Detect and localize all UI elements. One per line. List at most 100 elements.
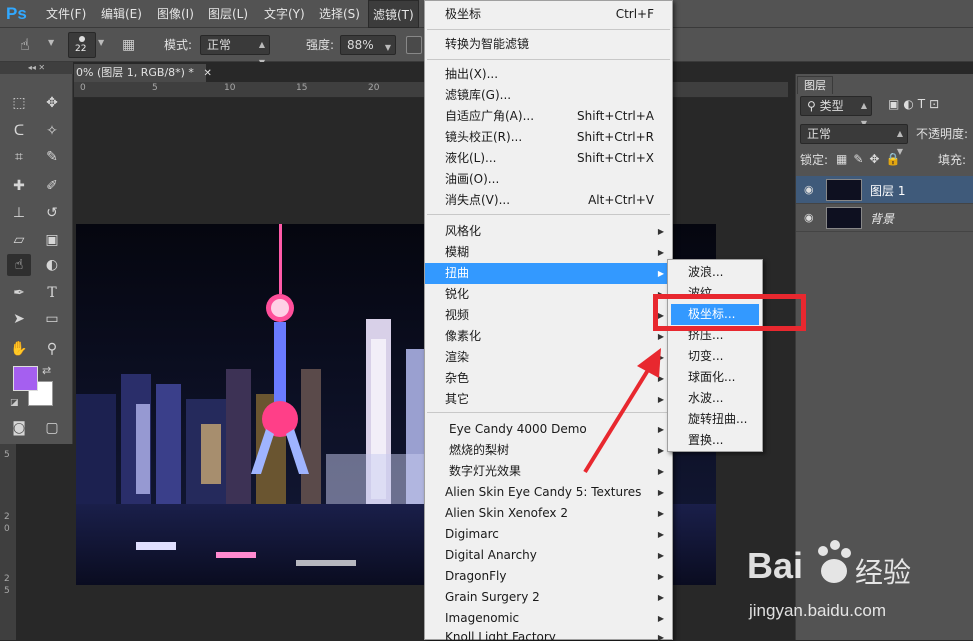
lock-icons[interactable]: ▦✎✥🔒 <box>836 152 906 166</box>
zoom-tool-icon[interactable]: ⚲ <box>40 338 64 360</box>
path-selection-tool-icon[interactable]: ➤ <box>7 308 31 330</box>
menu-item-video[interactable]: 视频 ▶ <box>425 305 672 326</box>
submenu-arrow-icon: ▶ <box>657 530 664 539</box>
smudge-tool-icon[interactable]: ☝ <box>20 35 42 55</box>
layer-row[interactable]: ◉ 背景 <box>796 204 973 232</box>
menu-item-label: 极坐标 <box>445 7 482 21</box>
menu-item-adaptive-wide-angle[interactable]: 自适应广角(A)... Shift+Ctrl+A <box>425 106 672 127</box>
tool-preset-arrow-icon[interactable]: ▼ <box>48 38 54 47</box>
menu-item-alien-skin-xenofex[interactable]: Alien Skin Xenofex 2 ▶ <box>425 503 672 524</box>
layer-filter-icons[interactable]: ▣◐T⊡ <box>888 97 943 111</box>
screen-mode-icon[interactable]: ▢ <box>40 417 64 439</box>
menu-item-liquify[interactable]: 液化(L)... Shift+Ctrl+X <box>425 148 672 169</box>
default-colors-icon[interactable]: ◪ <box>10 398 19 408</box>
strength-input[interactable]: 88% ▼ <box>340 35 396 55</box>
move-tool-icon[interactable]: ✥ <box>40 92 64 114</box>
menu-item-digital-anarchy[interactable]: Digital Anarchy ▶ <box>425 545 672 566</box>
submenu-item-twirl[interactable]: 旋转扭曲... <box>668 409 762 430</box>
pressure-toggle-icon[interactable] <box>406 36 422 54</box>
menu-item-label: Alien Skin Eye Candy 5: Textures <box>445 485 642 499</box>
menu-item-last-filter[interactable]: 极坐标 Ctrl+F <box>425 4 672 25</box>
rectangle-tool-icon[interactable]: ▭ <box>40 308 64 330</box>
magic-wand-tool-icon[interactable]: ✧ <box>40 120 64 142</box>
type-tool-icon[interactable]: T <box>40 282 64 304</box>
menu-item-label: Digimarc <box>445 527 499 541</box>
visibility-eye-icon[interactable]: ◉ <box>804 211 814 224</box>
submenu-item-spherize[interactable]: 球面化... <box>668 367 762 388</box>
brush-preset-picker[interactable]: 22 <box>68 32 96 58</box>
brush-dot-icon <box>79 36 85 42</box>
ruler-tick-label: 5 <box>152 83 158 93</box>
submenu-item-wave[interactable]: 波浪... <box>668 262 762 283</box>
healing-brush-tool-icon[interactable]: ✚ <box>7 175 31 197</box>
clone-stamp-tool-icon[interactable]: ⊥ <box>7 202 31 224</box>
menu-item-knoll-light-factory[interactable]: Knoll Light Factory ▶ <box>425 627 672 641</box>
submenu-item-zigzag[interactable]: 水波... <box>668 388 762 409</box>
menu-item-label: 消失点(V)... <box>445 193 511 207</box>
menu-item-distort[interactable]: 扭曲 ▶ <box>425 263 672 284</box>
marquee-tool-icon[interactable]: ⬚ <box>7 92 31 114</box>
crop-tool-icon[interactable]: ⌗ <box>7 146 31 168</box>
menu-item-label: Imagenomic <box>445 611 520 625</box>
eraser-tool-icon[interactable]: ▱ <box>7 229 31 251</box>
menu-layer[interactable]: 图层(L) <box>208 0 248 28</box>
menu-item-label: 扭曲 <box>445 266 470 280</box>
menu-type[interactable]: 文字(Y) <box>264 0 305 28</box>
menu-item-label: Digital Anarchy <box>445 548 537 562</box>
smudge-tool-icon[interactable]: ☝ <box>7 254 31 276</box>
lasso-tool-icon[interactable]: ᑕ <box>7 120 31 142</box>
menu-edit[interactable]: 编辑(E) <box>101 0 142 28</box>
menu-select[interactable]: 选择(S) <box>319 0 360 28</box>
layer-kind-value: 类型 <box>819 99 844 113</box>
ruler-tick-label: 0 <box>80 83 86 93</box>
menu-item-label: Knoll Light Factory <box>445 630 556 641</box>
ruler-tick-label: 15 <box>296 83 308 93</box>
history-brush-tool-icon[interactable]: ↺ <box>40 202 64 224</box>
layer-name[interactable]: 图层 1 <box>870 182 905 199</box>
visibility-eye-icon[interactable]: ◉ <box>804 183 814 196</box>
menu-separator <box>427 29 670 30</box>
layer-row[interactable]: ◉ 图层 1 <box>796 176 973 204</box>
menu-item-alien-skin-eye-candy[interactable]: Alien Skin Eye Candy 5: Textures ▶ <box>425 482 672 503</box>
quick-mask-icon[interactable]: ◙ <box>7 417 31 439</box>
menu-item-stylize[interactable]: 风格化 ▶ <box>425 221 672 242</box>
ruler-tick-label: 0 <box>4 524 10 534</box>
eyedropper-tool-icon[interactable]: ✎ <box>40 146 64 168</box>
swap-colors-icon[interactable]: ⇄ <box>42 364 51 377</box>
menu-item-extract[interactable]: 抽出(X)... <box>425 64 672 85</box>
menu-item-oil-paint[interactable]: 油画(O)... <box>425 169 672 190</box>
menu-item-imagenomic[interactable]: Imagenomic ▶ <box>425 608 672 629</box>
menu-item-lens-correction[interactable]: 镜头校正(R)... Shift+Ctrl+R <box>425 127 672 148</box>
menu-item-label: 视频 <box>445 308 470 322</box>
brush-tool-icon[interactable]: ✐ <box>40 175 64 197</box>
submenu-item-shear[interactable]: 切变... <box>668 346 762 367</box>
menu-image[interactable]: 图像(I) <box>157 0 194 28</box>
collapse-icon[interactable]: ◂◂ ✕ <box>0 62 73 74</box>
menu-item-dragonfly[interactable]: DragonFly ▶ <box>425 566 672 587</box>
menu-filter[interactable]: 滤镜(T) <box>368 0 419 28</box>
menu-item-filter-gallery[interactable]: 滤镜库(G)... <box>425 85 672 106</box>
brush-panel-icon[interactable]: ▦ <box>122 35 142 55</box>
menu-item-label: Eye Candy 4000 Demo <box>449 422 587 436</box>
menu-item-blur[interactable]: 模糊 ▶ <box>425 242 672 263</box>
menu-item-convert-smart-filter[interactable]: 转换为智能滤镜 <box>425 34 672 55</box>
layer-kind-filter[interactable]: ⚲ 类型▲▼ <box>800 96 872 128</box>
menu-item-grain-surgery[interactable]: Grain Surgery 2 ▶ <box>425 587 672 608</box>
layers-tab[interactable]: 图层 <box>797 76 833 94</box>
blend-mode-select[interactable]: 正常 ▲ ▼ <box>800 124 908 156</box>
mode-select[interactable]: 正常▲▼ <box>200 35 270 67</box>
close-tab-icon[interactable]: ✕ <box>203 68 211 79</box>
submenu-item-displace[interactable]: 置换... <box>668 430 762 451</box>
brush-arrow-icon[interactable]: ▼ <box>98 38 104 47</box>
menu-item-vanishing-point[interactable]: 消失点(V)... Alt+Ctrl+V <box>425 190 672 211</box>
layer-name[interactable]: 背景 <box>870 210 894 227</box>
menu-file[interactable]: 文件(F) <box>46 0 86 28</box>
gradient-tool-icon[interactable]: ▣ <box>40 229 64 251</box>
document-tab[interactable]: 0% (图层 1, RGB/8*) * ✕ <box>74 64 212 82</box>
hand-tool-icon[interactable]: ✋ <box>7 338 31 360</box>
menu-item-sharpen[interactable]: 锐化 ▶ <box>425 284 672 305</box>
dodge-tool-icon[interactable]: ◐ <box>40 254 64 276</box>
pen-tool-icon[interactable]: ✒ <box>7 282 31 304</box>
foreground-color-swatch[interactable] <box>13 366 38 391</box>
menu-item-digimarc[interactable]: Digimarc ▶ <box>425 524 672 545</box>
